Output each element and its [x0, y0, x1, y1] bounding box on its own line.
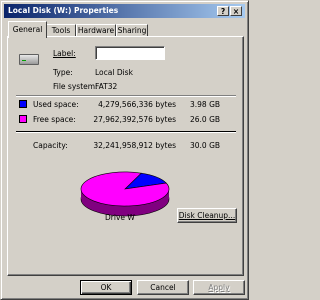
- filesystem-caption: File system:: [53, 82, 98, 91]
- help-button[interactable]: ?: [217, 6, 229, 16]
- label-caption: Label:: [53, 49, 76, 58]
- used-space-bytes: 4,279,566,336 bytes: [98, 100, 176, 109]
- tab-general[interactable]: General: [8, 21, 47, 38]
- tab-strip: General Tools Hardware Sharing: [8, 21, 244, 38]
- title-bar[interactable]: Local Disk (W:) Properties ? ×: [4, 4, 245, 18]
- type-caption: Type:: [53, 68, 73, 77]
- general-panel: Label: Type: Local Disk File system: FAT…: [7, 36, 244, 276]
- close-button[interactable]: ×: [230, 6, 242, 16]
- divider-strong: [16, 131, 236, 133]
- label-input[interactable]: [95, 46, 165, 60]
- used-space-caption: Used space:: [33, 100, 79, 109]
- apply-button[interactable]: Apply: [193, 280, 245, 295]
- disk-cleanup-button[interactable]: Disk Cleanup...: [177, 208, 237, 223]
- drive-icon: [19, 54, 39, 65]
- used-space-size: 3.98 GB: [190, 100, 221, 109]
- disk-usage-pie: [80, 171, 170, 217]
- divider: [16, 95, 236, 97]
- capacity-size: 30.0 GB: [190, 141, 221, 150]
- free-space-size: 26.0 GB: [190, 115, 221, 124]
- properties-window: Local Disk (W:) Properties ? × General T…: [0, 0, 249, 300]
- disk-cleanup-label: Disk Cleanup...: [178, 211, 236, 220]
- free-space-swatch: [19, 115, 27, 123]
- free-space-bytes: 27,962,392,576 bytes: [93, 115, 176, 124]
- cancel-button[interactable]: Cancel: [137, 280, 189, 295]
- drive-name: Drive W: [105, 213, 135, 222]
- filesystem-value: FAT32: [95, 82, 118, 91]
- window-title: Local Disk (W:) Properties: [8, 6, 119, 15]
- capacity-caption: Capacity:: [33, 141, 68, 150]
- free-space-caption: Free space:: [33, 115, 76, 124]
- capacity-bytes: 32,241,958,912 bytes: [93, 141, 176, 150]
- apply-label: Apply: [208, 283, 230, 292]
- type-value: Local Disk: [95, 68, 133, 77]
- ok-button[interactable]: OK: [80, 280, 132, 295]
- used-space-swatch: [19, 100, 27, 108]
